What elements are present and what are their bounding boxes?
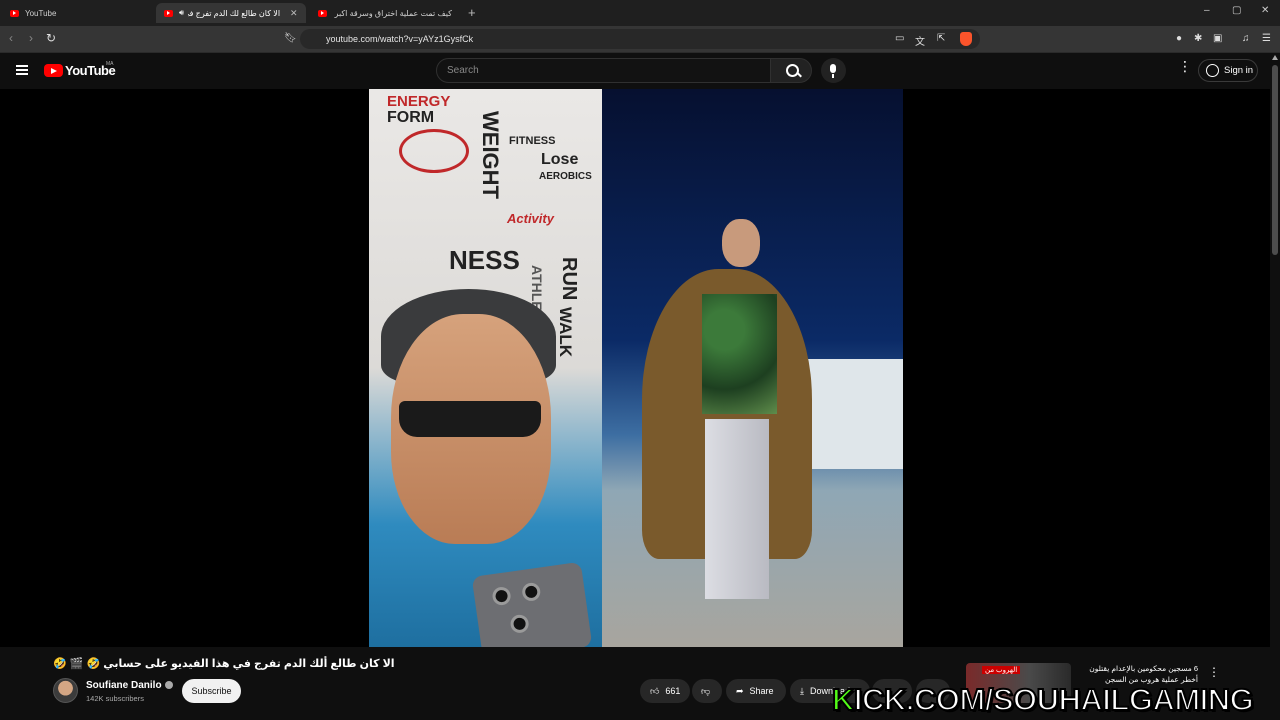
search-input[interactable]: Search — [436, 58, 771, 83]
youtube-play-icon — [44, 64, 63, 77]
translate-icon[interactable]: 文 — [915, 33, 925, 48]
extensions-icon[interactable]: ✱ — [1194, 33, 1202, 44]
share-page-icon[interactable]: ⇱ — [937, 33, 945, 44]
youtube-header: YouTube MA Search ⋮ Sign in — [0, 53, 1280, 89]
kick-overlay-text: KICK.COM/SOUHAILGAMING — [831, 681, 1255, 718]
youtube-favicon-icon — [10, 9, 19, 17]
kick-k: K — [831, 681, 855, 718]
menu-icon[interactable]: ☰ — [1262, 33, 1271, 44]
minimize-button[interactable]: – — [1204, 5, 1210, 16]
browser-tab-strip: YouTube 🔊︎ الا كان طالع لك الدم تفرج في … — [0, 0, 1280, 26]
wall-text: NESS — [449, 245, 520, 275]
guide-menu-icon[interactable] — [16, 65, 28, 75]
video-frame-left: ENERGY FORM WEIGHT FITNESS Lose AEROBICS… — [369, 89, 602, 647]
tab-label: كيف تمت عملية اختراق وسرقة اكبر موا — [333, 8, 452, 18]
scrollbar-thumb[interactable] — [1272, 65, 1278, 255]
country-code: MA — [106, 61, 114, 67]
account-icon — [1206, 64, 1219, 77]
share-label: Share — [749, 686, 774, 696]
sign-in-label: Sign in — [1224, 65, 1254, 76]
video-title: الا كان طالع ألك الدم تفرج في هذا الفيدي… — [53, 658, 395, 670]
address-bar[interactable]: youtube.com/watch?v=yAYz1GysfCk — [300, 29, 980, 49]
channel-name-text: Soufiane Danilo — [86, 680, 162, 691]
maximize-button[interactable]: ▢ — [1232, 5, 1241, 16]
bookmark-icon[interactable]: 🔖︎ — [284, 33, 297, 44]
thumbs-down-icon: 👎︎ — [701, 685, 711, 696]
channel-name[interactable]: Soufiane Danilo — [86, 680, 173, 691]
browser-toolbar: ‹ › ↻ 🔖︎ youtube.com/watch?v=yAYz1GysfCk… — [0, 26, 1280, 53]
brave-shield-icon[interactable] — [960, 32, 972, 46]
sidebar-icon[interactable]: ▣ — [1213, 33, 1222, 44]
tab-label: YouTube — [25, 8, 57, 18]
wall-text: WEIGHT — [478, 111, 503, 199]
wall-text: Lose — [541, 151, 579, 168]
youtube-logo[interactable]: YouTube MA — [44, 61, 116, 78]
youtube-favicon-icon — [164, 9, 173, 17]
phone — [471, 561, 593, 647]
url-text: youtube.com/watch?v=yAYz1GysfCk — [326, 34, 474, 44]
search-button[interactable] — [770, 58, 812, 83]
wall-text: AEROBICS — [539, 171, 592, 182]
subscribe-button[interactable]: Subscribe — [182, 679, 241, 703]
share-button[interactable]: ➦ Share — [726, 679, 786, 703]
thumbnail-label: الهروب من — [982, 666, 1021, 674]
page-scrollbar[interactable] — [1270, 53, 1280, 720]
back-icon[interactable]: ‹ — [9, 31, 13, 45]
settings-kebab-icon[interactable]: ⋮ — [1178, 59, 1192, 73]
youtube-favicon-icon — [318, 9, 327, 17]
voice-search-icon[interactable] — [821, 58, 846, 83]
status-dot-icon: ● — [1176, 33, 1183, 44]
sunglasses — [399, 401, 541, 437]
like-button[interactable]: 👍︎ 661 — [640, 679, 690, 703]
new-tab-button[interactable]: + — [468, 5, 476, 20]
sign-in-button[interactable]: Sign in — [1198, 59, 1258, 82]
share-icon: ➦ — [736, 685, 744, 696]
subscriber-count: 142K subscribers — [86, 694, 144, 703]
tab-youtube[interactable]: YouTube — [2, 3, 152, 23]
dislike-button[interactable]: 👎︎ — [692, 679, 722, 703]
tab-current-video[interactable]: 🔊︎ الا كان طالع لك الدم تفرج في ✕ — [156, 3, 306, 23]
figure-head — [722, 219, 760, 267]
video-player[interactable]: ENERGY FORM WEIGHT FITNESS Lose AEROBICS… — [0, 89, 1270, 647]
video-frame-right — [602, 89, 903, 647]
thumbs-up-icon: 👍︎ — [650, 685, 660, 696]
wall-text: FITNESS — [509, 135, 556, 147]
wall-text: RUN — [558, 257, 580, 301]
reload-icon[interactable]: ↻ — [46, 31, 56, 45]
tab-label: الا كان طالع لك الدم تفرج في — [188, 8, 281, 18]
wall-text: Activity — [507, 211, 554, 226]
wall-text: FORM — [387, 109, 435, 126]
wall-text: WALK — [556, 307, 575, 358]
figure-pants — [705, 419, 769, 599]
kick-rest: ICK.COM/SOUHAILGAMING — [853, 681, 1255, 718]
close-tab-icon[interactable]: ✕ — [290, 8, 298, 19]
wall-text: ENERGY — [387, 93, 451, 110]
bicycle-graphic — [399, 129, 469, 173]
cast-icon[interactable]: ▭ — [895, 33, 904, 44]
channel-avatar[interactable] — [53, 678, 78, 703]
like-count: 661 — [665, 686, 681, 696]
close-window-button[interactable]: ✕ — [1261, 5, 1269, 16]
download-icon: ⤓ — [800, 685, 804, 696]
verified-icon — [164, 681, 173, 690]
forward-icon[interactable]: › — [29, 31, 33, 45]
media-icon[interactable]: ♫ — [1242, 33, 1250, 44]
tab-other-video[interactable]: كيف تمت عملية اختراق وسرقة اكبر موا — [310, 3, 460, 23]
figure-shirt — [702, 294, 777, 414]
speaker-icon[interactable]: 🔊︎ — [179, 8, 184, 18]
recommended-menu-icon[interactable]: ⋮ — [1208, 665, 1220, 679]
scroll-up-icon[interactable] — [1272, 55, 1278, 60]
